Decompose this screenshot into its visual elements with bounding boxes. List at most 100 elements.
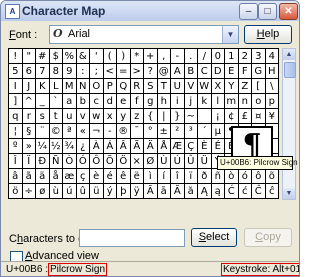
char-cell[interactable]: ¨ [36,124,50,139]
char-cell[interactable]: ¯ [130,124,144,139]
char-cell[interactable]: À [90,139,104,154]
char-cell[interactable]: Û [184,154,198,169]
char-cell[interactable]: ° [144,124,158,139]
char-cell[interactable]: Â [117,139,131,154]
char-cell[interactable]: c [90,94,104,109]
char-cell[interactable]: | [157,109,171,124]
char-cell[interactable]: ¿ [76,139,90,154]
char-cell[interactable]: ò [225,169,239,184]
char-cell[interactable]: Ó [76,154,90,169]
char-cell[interactable]: Ç [184,139,198,154]
char-cell[interactable]: V [184,79,198,94]
char-cell[interactable]: } [171,109,185,124]
char-cell[interactable]: ¦ [9,124,23,139]
char-cell[interactable]: Á [103,139,117,154]
char-cell[interactable]: > [130,64,144,79]
scroll-down-icon[interactable]: ▼ [283,188,295,199]
char-cell[interactable]: k [198,94,212,109]
char-cell[interactable]: G [252,64,266,79]
char-cell[interactable]: º [9,139,23,154]
char-cell[interactable]: r [22,109,36,124]
char-cell[interactable]: X [211,79,225,94]
title-bar[interactable]: A Character Map – □ ✕ [1,1,299,21]
char-cell[interactable]: ? [144,64,158,79]
char-cell[interactable]: < [103,64,117,79]
char-cell[interactable]: ; [90,64,104,79]
char-cell[interactable]: 3 [252,49,266,64]
char-cell[interactable]: U [171,79,185,94]
char-cell[interactable]: n [238,94,252,109]
char-cell[interactable]: ã [22,169,36,184]
characters-to-copy-input[interactable] [79,229,185,247]
char-cell[interactable]: A [171,64,185,79]
grid-scrollbar[interactable]: ▲ ▼ [282,48,296,200]
char-cell[interactable]: h [157,94,171,109]
char-cell[interactable]: ā [157,184,171,199]
char-cell[interactable]: [ [252,79,266,94]
char-cell[interactable]: H [265,64,279,79]
char-cell[interactable]: É [211,139,225,154]
font-dropdown[interactable]: O Arial ▼ [49,25,239,44]
char-cell[interactable]: µ [211,124,225,139]
char-cell[interactable]: ³ [184,124,198,139]
char-cell[interactable]: ê [117,169,131,184]
char-cell[interactable]: B [184,64,198,79]
char-cell[interactable]: × [130,154,144,169]
char-cell[interactable]: i [171,94,185,109]
char-cell[interactable]: ü [90,184,104,199]
char-cell[interactable]: t [49,109,63,124]
char-cell[interactable]: û [76,184,90,199]
char-cell[interactable]: Ô [90,154,104,169]
char-cell[interactable]: ~ [184,109,198,124]
char-cell[interactable]: þ [117,184,131,199]
char-cell[interactable]: 2 [238,49,252,64]
char-cell[interactable]: « [76,124,90,139]
char-cell[interactable]: Å [157,139,171,154]
char-cell[interactable]: 6 [22,64,36,79]
char-cell[interactable]: y [117,109,131,124]
char-cell[interactable]: M [63,79,77,94]
char-cell[interactable]: ´ [198,124,212,139]
char-cell[interactable]: - [103,124,117,139]
char-cell[interactable]: x [103,109,117,124]
char-cell[interactable]: ï [184,169,198,184]
char-cell[interactable]: w [90,109,104,124]
help-button[interactable]: Help [244,25,292,44]
char-cell[interactable]: 9 [63,64,77,79]
char-cell[interactable]: P [103,79,117,94]
char-cell[interactable]: ð [198,169,212,184]
char-cell[interactable]: Õ [103,154,117,169]
char-cell[interactable]: ö [9,184,23,199]
char-cell[interactable]: ¥ [265,109,279,124]
char-cell[interactable]: Æ [171,139,185,154]
char-cell[interactable]: E [225,64,239,79]
char-cell[interactable]: ù [49,184,63,199]
char-cell[interactable]: ì [144,169,158,184]
char-cell[interactable]: » [22,139,36,154]
select-button[interactable]: Select [191,228,237,247]
char-cell[interactable]: & [76,49,90,64]
char-cell[interactable]: Î [9,154,23,169]
char-cell[interactable]: " [22,49,36,64]
char-cell[interactable]: W [198,79,212,94]
char-cell[interactable]: ¤ [252,109,266,124]
char-cell[interactable]: o [252,94,266,109]
copy-button[interactable]: Copy [244,228,292,247]
char-cell[interactable]: + [144,49,158,64]
char-cell[interactable]: @ [157,64,171,79]
char-cell[interactable]: Ć [225,184,239,199]
char-cell[interactable]: Ð [36,154,50,169]
char-cell[interactable]: { [144,109,158,124]
char-cell[interactable]: Ā [144,184,158,199]
scroll-up-icon[interactable]: ▲ [283,49,295,60]
char-cell[interactable]: ¼ [36,139,50,154]
char-cell[interactable]: 5 [9,64,23,79]
char-cell[interactable]: Ò [63,154,77,169]
char-cell[interactable]: ¢ [225,109,239,124]
char-cell[interactable]: D [211,64,225,79]
char-cell[interactable]: ^ [22,94,36,109]
char-cell[interactable]: Ą [198,184,212,199]
char-cell[interactable]: s [36,109,50,124]
char-cell[interactable]: Ä [144,139,158,154]
char-cell[interactable]: b [76,94,90,109]
